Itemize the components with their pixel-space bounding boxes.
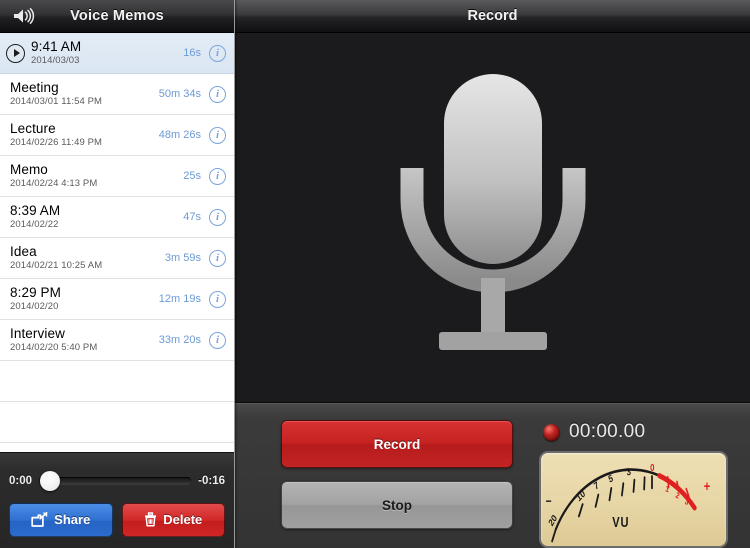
memo-duration: 25s — [183, 170, 201, 182]
microphone-icon — [400, 73, 585, 350]
memo-duration: 3m 59s — [164, 252, 201, 264]
memo-duration: 12m 19s — [158, 293, 201, 305]
memo-row-text: 8:39 AM 2014/02/22 — [10, 202, 183, 231]
scrubber-track — [39, 477, 192, 484]
memo-title: Lecture — [10, 120, 56, 136]
memo-date: 2014/02/20 — [10, 301, 59, 313]
memo-row-text: Memo 2014/02/24 4:13 PM — [10, 161, 183, 190]
info-button[interactable]: i — [209, 126, 226, 144]
memo-actions: Share Delete — [9, 502, 225, 537]
vu-tick-label: 3 — [626, 466, 632, 478]
share-arrow-icon — [31, 512, 48, 527]
memo-row[interactable]: Meeting 2014/03/01 11:54 PM 50m 34s i — [0, 74, 234, 115]
memo-title: Meeting — [10, 79, 59, 95]
memo-duration: 48m 26s — [158, 129, 201, 141]
memo-date: 2014/03/03 — [31, 55, 80, 67]
speaker-icon[interactable] — [9, 5, 39, 27]
vu-meter: 20 10 7 5 3 − 0 1 2 3 + VU — [539, 451, 728, 548]
microphone-stage — [235, 33, 750, 403]
vu-tick-label: 0 — [650, 462, 654, 473]
share-button[interactable]: Share — [9, 502, 113, 537]
info-button[interactable]: i — [209, 208, 226, 226]
memo-row[interactable]: 8:39 AM 2014/02/22 47s i — [0, 197, 234, 238]
record-led-icon — [543, 423, 560, 441]
vu-tick-label: 2 — [674, 490, 680, 501]
memo-row[interactable]: Memo 2014/02/24 4:13 PM 25s i — [0, 156, 234, 197]
memo-row[interactable]: Lecture 2014/02/26 11:49 PM 48m 26s i — [0, 115, 234, 156]
memo-date: 2014/02/21 10:25 AM — [10, 260, 103, 272]
memo-date: 2014/03/01 11:54 PM — [10, 96, 103, 108]
memo-row-empty — [0, 361, 234, 402]
vu-label: VU — [612, 514, 629, 531]
remaining-time: -0:16 — [198, 474, 225, 487]
memo-duration: 47s — [183, 211, 201, 223]
memo-row-text: 8:29 PM 2014/02/20 — [10, 284, 159, 313]
memo-row-empty — [0, 402, 234, 443]
info-button[interactable]: i — [209, 290, 226, 308]
memo-list[interactable]: 9:41 AM 2014/03/03 16s i Meeting 2014/03… — [0, 33, 234, 452]
memo-date: 2014/02/22 — [10, 219, 59, 231]
memo-list-panel: Voice Memos 9:41 AM 2014/03/03 16s i Mee… — [0, 0, 235, 548]
share-button-label: Share — [54, 512, 91, 527]
memo-title: Memo — [10, 161, 48, 177]
playback-controls: 0:00 -0:16 Share Delete — [0, 452, 234, 548]
memo-date: 2014/02/26 11:49 PM — [10, 137, 103, 149]
timer-row: 00:00.00 — [539, 420, 728, 444]
memo-row[interactable]: 8:29 PM 2014/02/20 12m 19s i — [0, 279, 234, 320]
memo-row-text: Lecture 2014/02/26 11:49 PM — [10, 120, 159, 149]
recorder-controls: Record Stop 00:00.00 20 10 7 5 3 − 0 1 2… — [235, 403, 750, 548]
info-button[interactable]: i — [209, 167, 226, 185]
vu-tick-label: 5 — [607, 472, 614, 484]
memo-title: Interview — [10, 325, 65, 341]
delete-button[interactable]: Delete — [121, 502, 225, 537]
vu-tick-label: 7 — [592, 479, 600, 492]
left-navigation-bar: Voice Memos — [0, 0, 234, 33]
record-panel: Record Record Stop 00:00.00 20 10 7 5 3 … — [235, 0, 750, 548]
stop-button[interactable]: Stop — [281, 481, 513, 529]
vu-minus-sign: − — [546, 494, 552, 509]
right-panel-title: Record — [467, 8, 518, 24]
memo-duration: 33m 20s — [158, 334, 201, 346]
memo-row-text: 9:41 AM 2014/03/03 — [31, 38, 183, 67]
memo-row-text: Idea 2014/02/21 10:25 AM — [10, 243, 165, 272]
trash-icon — [144, 512, 157, 527]
memo-row[interactable]: Interview 2014/02/20 5:40 PM 33m 20s i — [0, 320, 234, 361]
record-button[interactable]: Record — [281, 420, 513, 468]
memo-duration: 50m 34s — [158, 88, 201, 100]
memo-row-text: Interview 2014/02/20 5:40 PM — [10, 325, 159, 354]
vu-plus-sign: + — [704, 478, 710, 495]
info-button[interactable]: i — [209, 331, 226, 349]
memo-date: 2014/02/24 4:13 PM — [10, 178, 98, 190]
delete-button-label: Delete — [163, 512, 203, 527]
record-stop-group: Record Stop — [281, 420, 513, 548]
memo-row[interactable]: Idea 2014/02/21 10:25 AM 3m 59s i — [0, 238, 234, 279]
memo-title: Idea — [10, 243, 37, 259]
elapsed-time: 0:00 — [9, 474, 33, 487]
voice-memos-app: Voice Memos 9:41 AM 2014/03/03 16s i Mee… — [0, 0, 750, 548]
vu-tick-label: 1 — [665, 484, 670, 495]
right-navigation-bar: Record — [235, 0, 750, 33]
play-circle-icon[interactable] — [6, 43, 25, 63]
info-button[interactable]: i — [209, 85, 226, 103]
vu-tick-label: 10 — [575, 488, 587, 504]
meter-group: 00:00.00 20 10 7 5 3 − 0 1 2 3 + VU — [539, 420, 728, 548]
info-button[interactable]: i — [209, 44, 226, 62]
info-button[interactable]: i — [209, 249, 226, 267]
memo-row-text: Meeting 2014/03/01 11:54 PM — [10, 79, 159, 108]
scrubber-row: 0:00 -0:16 — [9, 465, 225, 497]
memo-duration: 16s — [183, 47, 201, 59]
scrubber-slider[interactable] — [39, 470, 192, 491]
memo-date: 2014/02/20 5:40 PM — [10, 342, 98, 354]
memo-row[interactable]: 9:41 AM 2014/03/03 16s i — [0, 33, 234, 74]
scrubber-knob[interactable] — [40, 470, 61, 491]
memo-title: 8:39 AM — [10, 202, 61, 218]
memo-title: 8:29 PM — [10, 284, 61, 300]
recording-timer: 00:00.00 — [569, 421, 646, 442]
memo-title: 9:41 AM — [31, 38, 82, 54]
